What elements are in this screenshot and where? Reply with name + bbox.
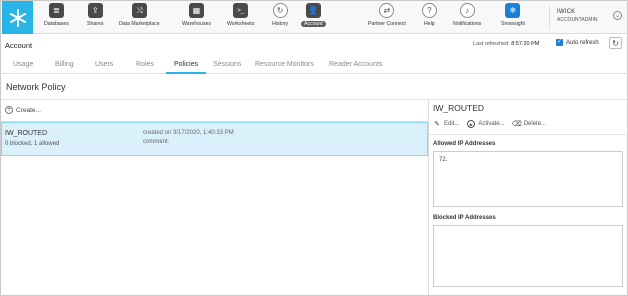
detail-actions: ✎ Edit... ▶ Activate... ⌫ Delete... [433, 120, 554, 128]
top-nav: ≣ Databases ⇪ Shares ⤨ Data Marketplace … [1, 1, 627, 34]
blocked-ip-label: Blocked IP Addresses [433, 215, 496, 221]
tab-reader-accounts[interactable]: Reader Accounts [329, 61, 382, 68]
tab-roles[interactable]: Roles [136, 61, 154, 68]
auto-refresh-label: Auto refresh [566, 39, 599, 46]
blocked-ip-list[interactable] [433, 225, 623, 287]
nav-history[interactable]: ↻ History [269, 3, 291, 33]
divider [429, 134, 626, 135]
nav-help[interactable]: ? Help [421, 3, 438, 33]
user-role: ACCOUNTADMIN [557, 17, 598, 23]
tab-billing[interactable]: Billing [55, 61, 74, 68]
tab-usage[interactable]: Usage [13, 61, 33, 68]
policy-name: IW_ROUTED [5, 130, 47, 137]
divider [1, 99, 627, 100]
nav-shares[interactable]: ⇪ Shares [84, 3, 106, 33]
user-menu[interactable]: IWICK ACCOUNTADMIN [557, 9, 597, 23]
nav-label: Notifications [453, 21, 482, 27]
nav-notifications[interactable]: ♪ Notifications [450, 3, 484, 33]
database-icon: ≣ [48, 3, 64, 18]
history-icon: ↻ [272, 3, 288, 18]
shares-icon: ⇪ [87, 3, 103, 18]
worksheet-icon: >_ [233, 3, 249, 18]
warehouse-icon: ▦ [188, 3, 204, 18]
last-refreshed-label: Last refreshed: [473, 41, 510, 47]
help-icon: ? [421, 3, 437, 18]
allowed-ip-list[interactable] [433, 151, 623, 207]
edit-button[interactable]: ✎ Edit... [433, 120, 459, 128]
policy-created: created on 3/17/2020, 1:40:33 PM [143, 130, 234, 136]
checkbox-checked-icon[interactable]: ✓ [556, 39, 563, 46]
nav-label: Help [424, 21, 435, 27]
account-tabs: Usage Billing Users Roles Policies Sessi… [0, 57, 628, 74]
refresh-button[interactable]: ↻ [609, 37, 622, 49]
nav-label: Account [301, 21, 326, 27]
partner-connect-icon: ⇄ [379, 3, 395, 18]
edit-label: Edit... [444, 121, 460, 127]
activate-button[interactable]: ▶ Activate... [467, 120, 505, 128]
create-button[interactable]: + Create... [5, 106, 41, 114]
panel-divider [428, 100, 429, 295]
delete-button[interactable]: ⌫ Delete... [511, 120, 547, 128]
chevron-down-icon[interactable]: ⌄ [613, 11, 622, 20]
snowflake-logo[interactable] [2, 1, 33, 34]
snowsight-icon: ❄ [505, 3, 521, 18]
last-refreshed-time: 8:57:20 PM [511, 41, 540, 47]
pencil-icon: ✎ [434, 121, 440, 128]
refresh-icon: ↻ [612, 38, 619, 48]
tab-users[interactable]: Users [95, 61, 113, 68]
tab-policies[interactable]: Policies [174, 61, 198, 68]
nav-divider [549, 6, 550, 30]
policy-comment: comment: [143, 139, 170, 145]
nav-partner-connect[interactable]: ⇄ Partner Connect [365, 3, 409, 33]
nav-snowsight[interactable]: ❄ Snowsight [498, 3, 528, 33]
plus-icon: + [5, 106, 13, 114]
activate-label: Activate... [478, 121, 505, 127]
nav-label: Snowsight [501, 21, 525, 27]
detail-title: IW_ROUTED [433, 103, 484, 113]
nav-label: Warehouses [182, 21, 211, 27]
section-title: Network Policy [6, 82, 66, 92]
nav-databases[interactable]: ≣ Databases [41, 3, 72, 33]
delete-label: Delete... [523, 121, 547, 127]
delete-icon: ⌫ [511, 121, 522, 128]
nav-label: Databases [44, 21, 69, 27]
nav-label: Worksheets [227, 21, 255, 27]
tab-resource-monitors[interactable]: Resource Monitors [255, 61, 314, 68]
nav-worksheets[interactable]: >_ Worksheets [224, 3, 257, 33]
table-row[interactable] [1, 122, 428, 156]
last-refreshed: Last refreshed: 8:57:20 PM [473, 41, 539, 47]
page-title: Account [5, 41, 33, 50]
active-tab-indicator [166, 72, 206, 74]
snowflake-icon [9, 8, 26, 27]
user-name: IWICK [557, 9, 576, 15]
bell-icon: ♪ [459, 3, 475, 18]
auto-refresh-toggle[interactable]: ✓ Auto refresh [556, 39, 599, 46]
nav-account[interactable]: 👤 Account [301, 3, 326, 33]
nav-label: Shares [87, 21, 104, 27]
nav-warehouses[interactable]: ▦ Warehouses [179, 3, 214, 33]
nav-label: Partner Connect [368, 21, 406, 27]
nav-data-marketplace[interactable]: ⤨ Data Marketplace [116, 3, 163, 33]
allowed-ip-label: Allowed IP Addresses [433, 141, 496, 147]
nav-label: Data Marketplace [119, 21, 160, 27]
marketplace-icon: ⤨ [131, 3, 147, 18]
account-icon: 👤 [305, 3, 321, 18]
create-label: Create... [16, 106, 41, 114]
allowed-ip-value[interactable]: 72. [439, 157, 447, 163]
nav-label: History [272, 21, 289, 27]
play-icon: ▶ [467, 120, 476, 128]
tab-sessions[interactable]: Sessions [213, 61, 241, 68]
policy-summary: 0 blocked, 1 allowed [5, 141, 60, 147]
